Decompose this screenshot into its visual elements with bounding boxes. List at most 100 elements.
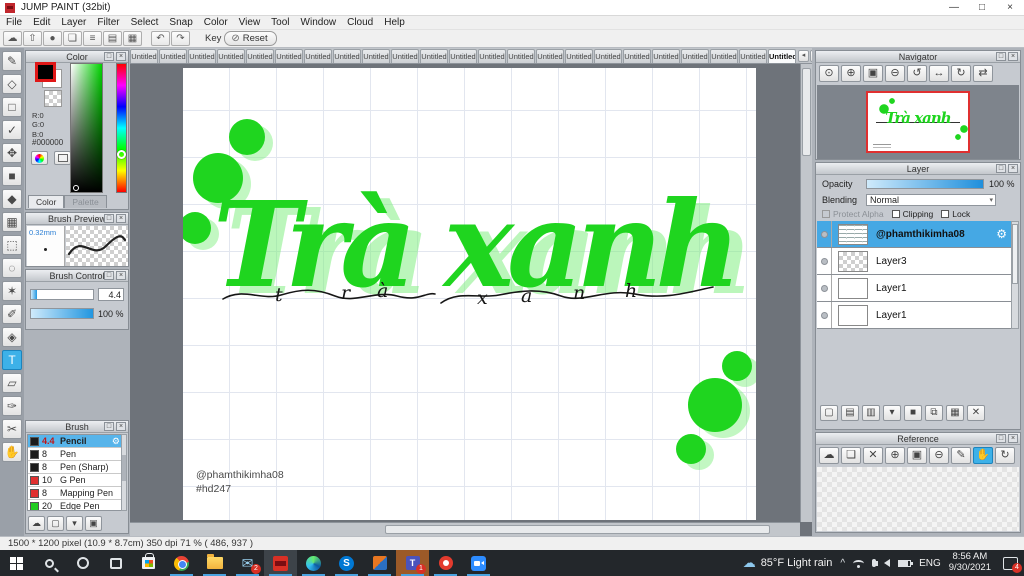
close-icon[interactable]: × xyxy=(116,271,126,280)
menu-tool[interactable]: Tool xyxy=(271,17,289,28)
taskbar-mail[interactable]: ✉ 2 xyxy=(231,550,264,576)
popout-icon[interactable]: □ xyxy=(996,164,1006,173)
palette-wheel-button[interactable] xyxy=(31,151,48,165)
document-tab[interactable]: Untitled xyxy=(188,49,216,63)
brush-item-mapping-pen[interactable]: 8 Mapping Pen xyxy=(28,487,122,500)
fit-screen-icon[interactable]: ▣ xyxy=(863,65,883,82)
clock[interactable]: 8:56 AM 9/30/2021 xyxy=(949,551,991,574)
rotate-icon[interactable]: ↻ xyxy=(995,447,1015,464)
layer-list-scrollbar[interactable] xyxy=(1011,221,1019,329)
close-icon[interactable]: × xyxy=(1008,434,1018,443)
document-tab[interactable]: Untitled xyxy=(362,49,390,63)
brush-size-slider[interactable] xyxy=(30,289,94,300)
taskbar-search[interactable] xyxy=(33,550,66,576)
layer-row[interactable]: Layer3 xyxy=(817,248,1013,275)
layer-folder-icon[interactable]: ■ xyxy=(904,405,922,421)
foreground-color-swatch[interactable] xyxy=(35,62,56,82)
speaker-icon[interactable] xyxy=(875,559,891,567)
transparent-swatch[interactable] xyxy=(44,90,62,107)
document-tab[interactable]: Untitled xyxy=(478,49,506,63)
pencil-icon[interactable]: ✎ xyxy=(951,447,971,464)
saturation-value-picker[interactable] xyxy=(70,63,103,193)
text-tool[interactable]: T xyxy=(2,350,22,370)
document-tab[interactable]: Untitled xyxy=(449,49,477,63)
brush-item-pen-sharp[interactable]: 8 Pen (Sharp) xyxy=(28,461,122,474)
tray-chevron-icon[interactable]: ^ xyxy=(840,558,845,569)
brush-item-pencil[interactable]: 4.4 Pencil ⚙ xyxy=(28,435,122,448)
cloud-icon[interactable]: ☁ xyxy=(3,31,22,46)
document-tab[interactable]: Untitled xyxy=(768,49,796,63)
zoom-tool-icon[interactable]: ⊙ xyxy=(819,65,839,82)
document-tab[interactable]: Untitled xyxy=(710,49,738,63)
document-icon[interactable]: ≡ xyxy=(83,31,102,46)
document-tab[interactable]: Untitled xyxy=(275,49,303,63)
menu-filter[interactable]: Filter xyxy=(97,17,119,28)
balloon-icon[interactable]: ● xyxy=(43,31,62,46)
document-tab[interactable]: Untitled xyxy=(536,49,564,63)
popout-icon[interactable]: □ xyxy=(104,214,114,223)
visibility-cell[interactable] xyxy=(817,248,832,274)
key-label[interactable]: Key xyxy=(205,33,221,44)
taskbar-zoom-app[interactable] xyxy=(462,550,495,576)
document-tab[interactable]: Untitled xyxy=(333,49,361,63)
canvas-viewport[interactable]: Trà xanh t r à x a n h @phamthikimha08 #… xyxy=(130,64,800,522)
weather-widget[interactable]: ☁ 85°F Light rain xyxy=(743,555,833,571)
sv-indicator[interactable] xyxy=(73,185,79,191)
menu-snap[interactable]: Snap xyxy=(169,17,192,28)
taskbar-teams[interactable]: T1 xyxy=(396,550,429,576)
divide-tool[interactable]: ✂ xyxy=(2,419,22,439)
zoom-in-icon[interactable]: ⊕ xyxy=(885,447,905,464)
document-tab[interactable]: Untitled xyxy=(507,49,535,63)
language-indicator[interactable]: ENG xyxy=(919,558,941,569)
brush-list-scrollbar[interactable] xyxy=(121,434,127,511)
blending-select[interactable]: Normal ▾ xyxy=(866,194,996,206)
vertical-scrollbar[interactable] xyxy=(800,64,812,522)
document-tab[interactable]: Untitled xyxy=(623,49,651,63)
popout-icon[interactable]: □ xyxy=(996,434,1006,443)
document-tab[interactable]: Untitled xyxy=(246,49,274,63)
select-pen-tool[interactable]: ✐ xyxy=(2,304,22,324)
document-tab[interactable]: Untitled xyxy=(304,49,332,63)
minimize-button[interactable]: — xyxy=(940,0,968,16)
rotate-ccw-icon[interactable]: ↺ xyxy=(907,65,927,82)
close-icon[interactable]: × xyxy=(116,52,126,61)
layer-menu-dropdown-icon[interactable]: ▾ xyxy=(883,405,901,421)
maximize-button[interactable]: □ xyxy=(968,0,996,16)
document-tab[interactable]: Untitled xyxy=(681,49,709,63)
navigator-view[interactable]: Trà xanh xyxy=(817,85,1019,159)
protect-alpha-checkbox[interactable]: Protect Alpha xyxy=(822,209,892,219)
document-tab[interactable]: Untitled xyxy=(159,49,187,63)
taskbar-store[interactable] xyxy=(132,550,165,576)
taskbar-meet[interactable] xyxy=(429,550,462,576)
comment-icon[interactable]: ❏ xyxy=(63,31,82,46)
brush-item-edge-pen[interactable]: 20 Edge Pen xyxy=(28,500,122,510)
popout-icon[interactable]: □ xyxy=(104,422,114,431)
hue-slider[interactable] xyxy=(116,63,127,193)
menu-color[interactable]: Color xyxy=(204,17,228,28)
document-canvas[interactable]: Trà xanh t r à x a n h @phamthikimha08 #… xyxy=(183,68,756,520)
panel-layout-icon[interactable]: ▤ xyxy=(103,31,122,46)
tab-color[interactable]: Color xyxy=(28,195,65,208)
close-button[interactable]: × xyxy=(996,0,1024,16)
eyedropper-tool[interactable]: ✑ xyxy=(2,396,22,416)
save-brush-icon[interactable]: ▾ xyxy=(66,516,83,531)
taskbar-edge[interactable] xyxy=(297,550,330,576)
menu-view[interactable]: View xyxy=(239,17,261,28)
shape-brush-tool[interactable]: □ xyxy=(2,97,22,117)
flip-icon[interactable]: ⇄ xyxy=(973,65,993,82)
color-grid-icon[interactable]: ▦ xyxy=(123,31,142,46)
add-layer-icon[interactable]: ▢ xyxy=(820,405,838,421)
document-tab[interactable]: Untitled xyxy=(565,49,593,63)
screen-color-button[interactable] xyxy=(54,151,71,165)
reset-view-icon[interactable]: ↔ xyxy=(929,65,949,82)
taskbar-start[interactable] xyxy=(0,550,33,576)
menu-help[interactable]: Help xyxy=(384,17,405,28)
move-tool[interactable]: ✥ xyxy=(2,143,22,163)
taskbar-jump-paint[interactable] xyxy=(264,550,297,576)
hand-icon[interactable]: ✋ xyxy=(973,447,993,464)
menu-cloud[interactable]: Cloud xyxy=(347,17,373,28)
zoom-out-icon[interactable]: ⊖ xyxy=(929,447,949,464)
taskbar-paint-tool[interactable] xyxy=(363,550,396,576)
opacity-slider[interactable] xyxy=(866,179,984,189)
export-icon[interactable]: ⇧ xyxy=(23,31,42,46)
